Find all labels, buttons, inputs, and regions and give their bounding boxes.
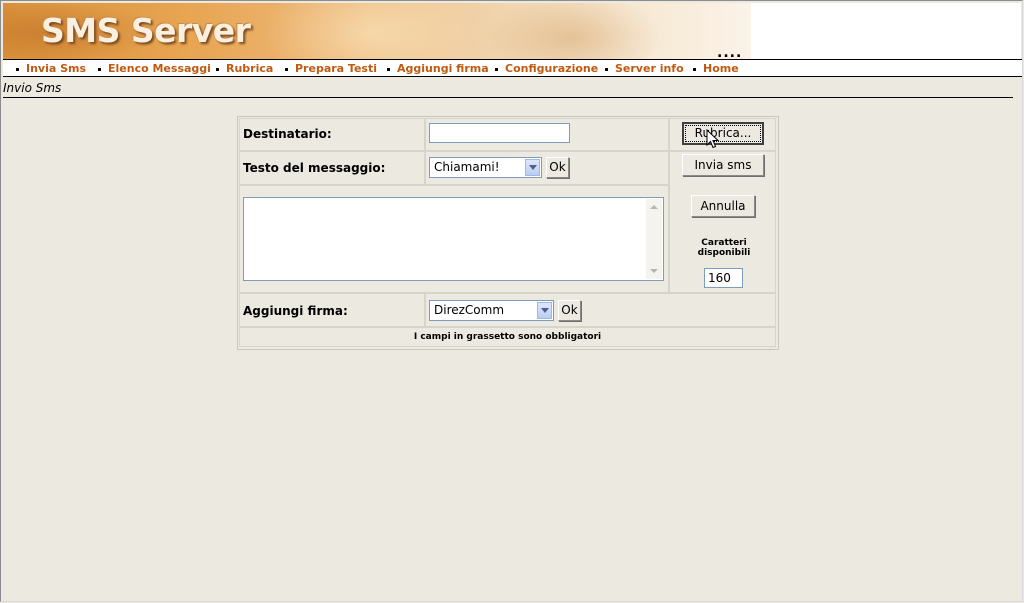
cancel-button[interactable]: Annulla: [691, 195, 755, 217]
recipient-label: Destinatario:: [243, 127, 332, 141]
bullet-icon: [605, 68, 608, 71]
chars-available-label: Caratteri disponibili: [697, 238, 751, 258]
nav-bar: Invia Sms Elenco Messaggi Rubrica Prepar…: [3, 59, 1022, 77]
select-value: Chiamami!: [434, 160, 500, 174]
nav-label: Server info: [615, 61, 684, 75]
title-divider: [3, 97, 1013, 98]
textarea-scrollbar[interactable]: [646, 199, 662, 279]
header-banner: SMS Server: [3, 3, 751, 59]
scroll-up-icon[interactable]: [646, 199, 662, 215]
required-fields-note: I campi in grassetto sono obbligatori: [413, 332, 602, 342]
bullet-icon: [693, 68, 696, 71]
scroll-down-icon[interactable]: [646, 263, 662, 279]
logo: SMS Server: [41, 11, 251, 50]
mouse-pointer-icon: [706, 129, 720, 149]
signature-label: Aggiungi firma:: [243, 304, 348, 318]
signature-ok-button[interactable]: Ok: [558, 300, 581, 321]
message-ok-button[interactable]: Ok: [546, 157, 569, 178]
nav-label: Prepara Testi: [295, 61, 378, 75]
nav-label: Configurazione: [505, 61, 599, 75]
message-textarea[interactable]: [243, 197, 664, 281]
message-label: Testo del messaggio:: [243, 161, 386, 175]
nav-server-info[interactable]: Server info: [605, 60, 684, 76]
header-dots: ....: [717, 45, 743, 61]
nav-configurazione[interactable]: Configurazione: [495, 60, 598, 76]
bullet-icon: [98, 68, 101, 71]
bullet-icon: [16, 68, 19, 71]
nav-prepara-testi[interactable]: Prepara Testi: [285, 60, 377, 76]
bullet-icon: [216, 68, 219, 71]
bullet-icon: [495, 68, 498, 71]
bullet-icon: [387, 68, 390, 71]
signature-select[interactable]: DirezComm: [429, 300, 554, 321]
nav-label: Elenco Messaggi: [108, 61, 211, 75]
nav-aggiungi-firma[interactable]: Aggiungi firma: [387, 60, 489, 76]
chars-counter-field: 160: [704, 268, 743, 288]
header-blank: [751, 3, 1021, 59]
rubrica-button[interactable]: Rubrica...: [682, 122, 764, 145]
select-value: DirezComm: [434, 303, 505, 317]
nav-label: Rubrica: [226, 61, 274, 75]
nav-rubrica[interactable]: Rubrica: [216, 60, 273, 76]
chevron-down-icon[interactable]: [537, 302, 552, 319]
nav-invia-sms[interactable]: Invia Sms: [16, 60, 86, 76]
sms-form: Destinatario: Rubrica... Testo del messa…: [237, 116, 779, 350]
message-template-select[interactable]: Chiamami!: [429, 157, 542, 178]
nav-label: Invia Sms: [26, 61, 87, 75]
send-sms-button[interactable]: Invia sms: [682, 154, 764, 176]
nav-elenco-messaggi[interactable]: Elenco Messaggi: [98, 60, 211, 76]
chevron-down-icon[interactable]: [525, 159, 540, 176]
browser-frame: SMS Server .... Invia Sms Elenco Messagg…: [0, 0, 1023, 602]
nav-label: Aggiungi firma: [397, 61, 489, 75]
recipient-input[interactable]: [429, 123, 570, 143]
page-title: Invio Sms: [3, 81, 62, 95]
nav-label: Home: [703, 61, 739, 75]
bullet-icon: [285, 68, 288, 71]
nav-home[interactable]: Home: [693, 60, 739, 76]
